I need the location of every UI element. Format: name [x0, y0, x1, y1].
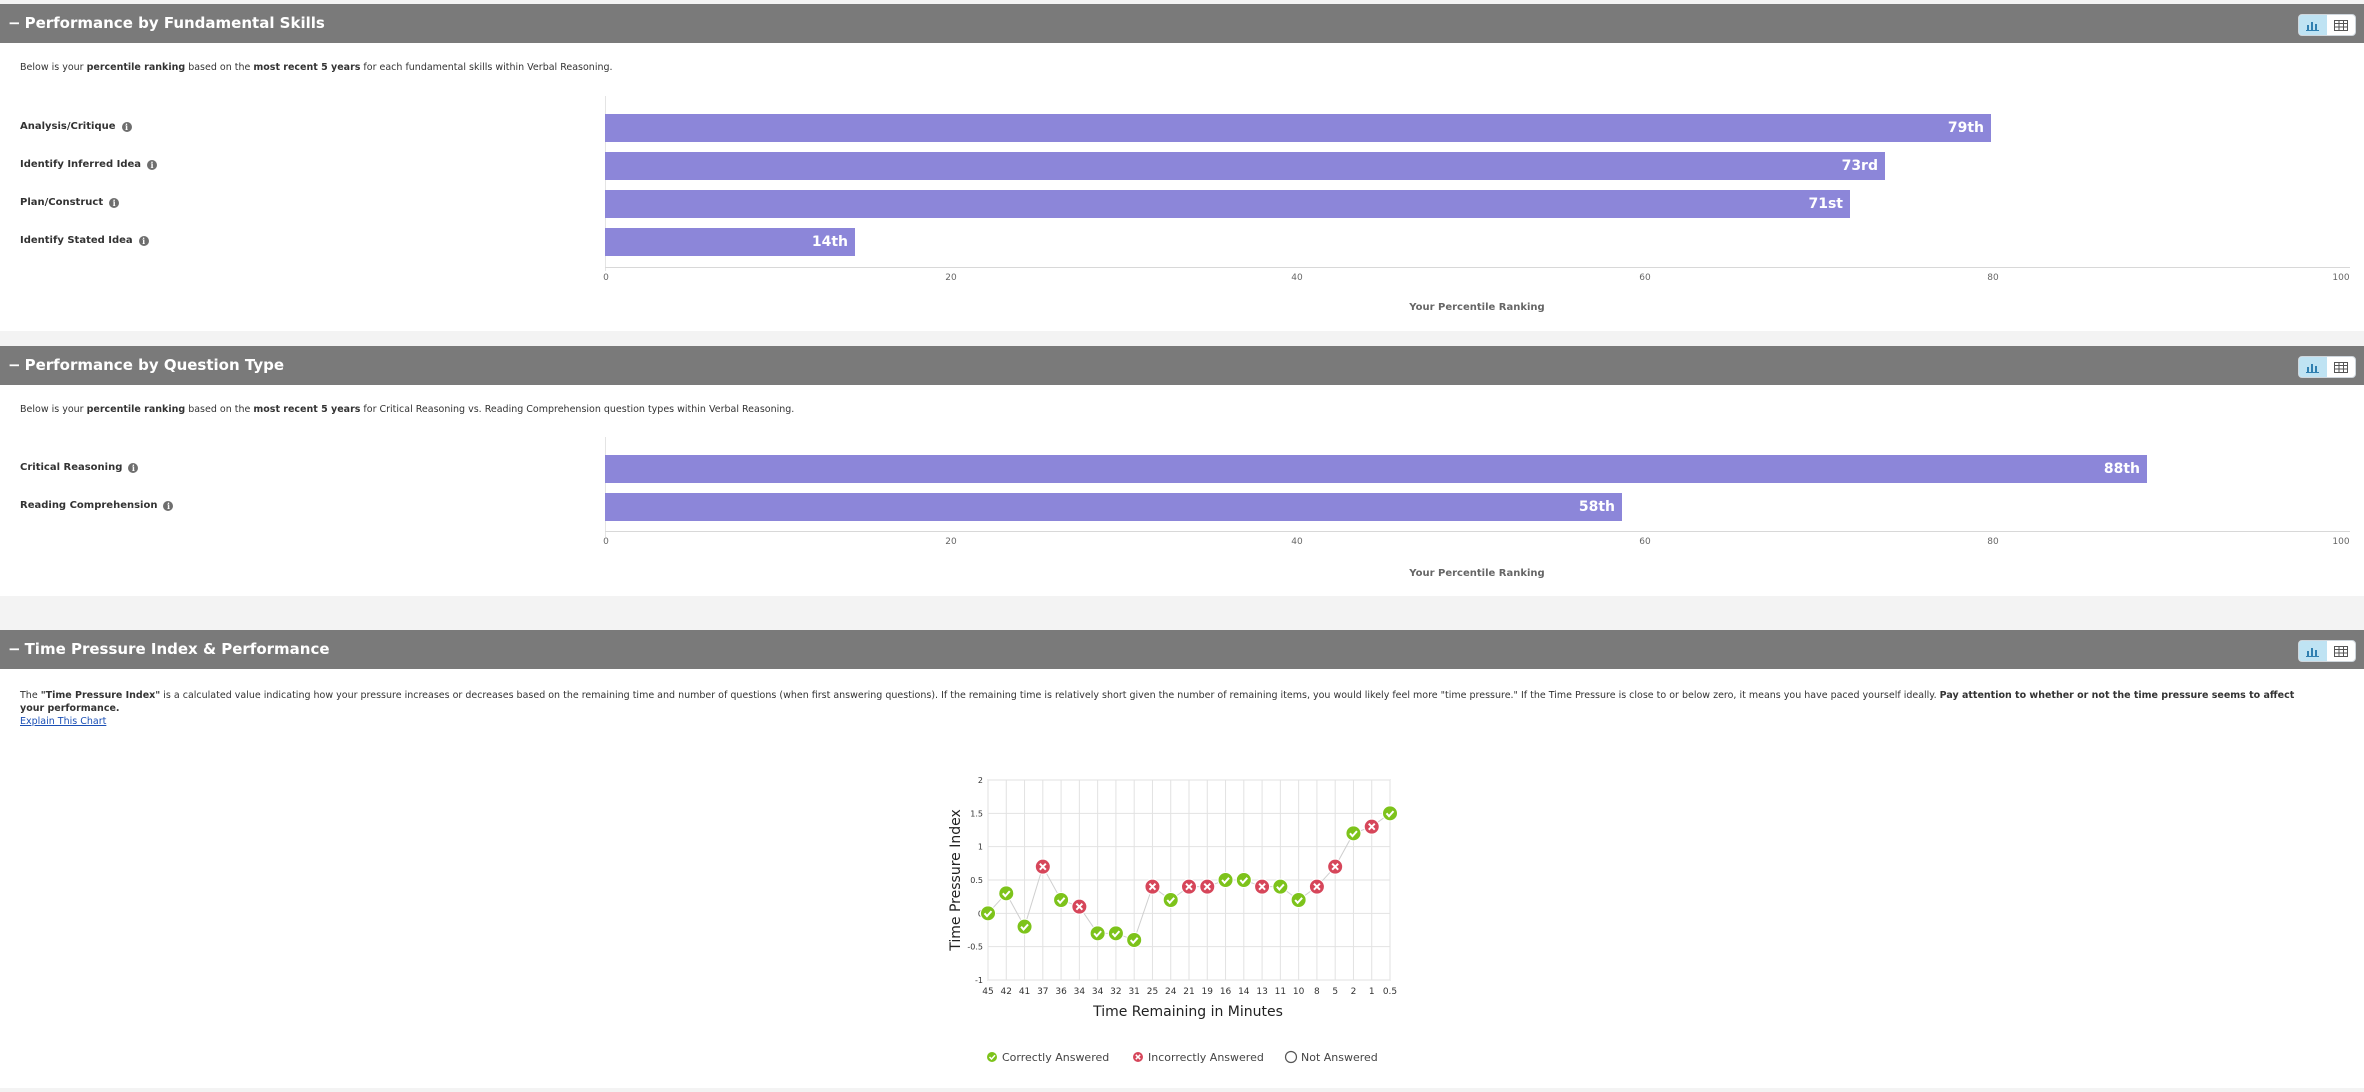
panel-header[interactable]: − Performance by Question Type — [0, 346, 2364, 385]
skill-label: Identify Inferred Idea i — [20, 159, 158, 170]
percentile-bar[interactable]: 14th — [605, 228, 855, 256]
percentile-label: 14th — [811, 234, 848, 250]
category-axis-line — [605, 437, 606, 537]
info-icon[interactable]: i — [138, 235, 149, 246]
axis-tick-label: 80 — [1987, 273, 1999, 283]
chart-view-button[interactable] — [2299, 357, 2327, 377]
chart-view-button[interactable] — [2299, 641, 2327, 661]
table-icon — [2334, 645, 2348, 657]
panel-description: Below is your percentile ranking based o… — [20, 404, 795, 415]
explain-chart-link[interactable]: Explain This Chart — [20, 716, 106, 727]
info-icon[interactable]: i — [128, 462, 139, 473]
percentile-bar[interactable]: 71st — [605, 190, 1850, 218]
table-view-button[interactable] — [2327, 357, 2355, 377]
axis-title: Your Percentile Ranking — [1409, 302, 1545, 313]
panel-title[interactable]: − Performance by Question Type — [8, 346, 284, 385]
percentile-bar[interactable]: 79th — [605, 114, 1991, 142]
axis-tick-label: 80 — [1987, 537, 1999, 547]
value-axis-line — [605, 267, 2350, 268]
value-axis-line — [605, 531, 2350, 532]
skill-label: Plan/Construct i — [20, 197, 120, 208]
axis-tick-label: 0 — [603, 537, 609, 547]
skill-label: Analysis/Critique i — [20, 121, 132, 132]
bar-chart-icon — [2306, 647, 2319, 657]
minus-icon[interactable]: − — [8, 356, 21, 374]
panel-title[interactable]: − Time Pressure Index & Performance — [8, 630, 330, 669]
time-pressure-description: The "Time Pressure Index" is a calculate… — [20, 690, 2295, 727]
table-view-button[interactable] — [2327, 15, 2355, 35]
percentile-label: 58th — [1578, 499, 1615, 515]
bar-chart-icon — [2306, 21, 2319, 31]
question-type-panel: − Performance by Question Type Below is y… — [0, 346, 2364, 596]
table-icon — [2334, 361, 2348, 373]
view-toggle — [2298, 14, 2356, 36]
bar-chart-icon — [2306, 363, 2319, 373]
percentile-label: 88th — [2103, 461, 2140, 477]
table-icon — [2334, 19, 2348, 31]
axis-tick-label: 20 — [945, 537, 957, 547]
minus-icon[interactable]: − — [8, 640, 21, 658]
view-toggle — [2298, 356, 2356, 378]
question-type-label: Critical Reasoning i — [20, 462, 139, 473]
axis-tick-label: 100 — [2332, 537, 2350, 547]
panel-header[interactable]: − Time Pressure Index & Performance — [0, 630, 2364, 669]
percentile-label: 71st — [1808, 196, 1843, 212]
percentile-label: 73rd — [1841, 158, 1878, 174]
axis-tick-label: 40 — [1291, 273, 1303, 283]
axis-tick-label: 0 — [603, 273, 609, 283]
axis-tick-label: 60 — [1639, 537, 1651, 547]
info-icon[interactable]: i — [163, 500, 174, 511]
view-toggle — [2298, 640, 2356, 662]
axis-tick-label: 100 — [2332, 273, 2350, 283]
axis-tick-label: 60 — [1639, 273, 1651, 283]
axis-title: Your Percentile Ranking — [1409, 568, 1545, 579]
skill-label: Identify Stated Idea i — [20, 235, 149, 246]
table-view-button[interactable] — [2327, 641, 2355, 661]
minus-icon[interactable]: − — [8, 14, 21, 32]
axis-tick-label: 20 — [945, 273, 957, 283]
question-type-label: Reading Comprehension i — [20, 500, 174, 511]
panel-header[interactable]: − Performance by Fundamental Skills — [0, 4, 2364, 43]
fundamental-skills-panel: − Performance by Fundamental Skills Below… — [0, 4, 2364, 331]
chart-view-button[interactable] — [2299, 15, 2327, 35]
info-icon[interactable]: i — [109, 197, 120, 208]
percentile-bar[interactable]: 73rd — [605, 152, 1885, 180]
info-icon[interactable]: i — [147, 159, 158, 170]
axis-tick-label: 40 — [1291, 537, 1303, 547]
percentile-bar[interactable]: 58th — [605, 493, 1622, 521]
panel-title[interactable]: − Performance by Fundamental Skills — [8, 4, 325, 43]
percentile-label: 79th — [1947, 120, 1984, 136]
info-icon[interactable]: i — [121, 121, 132, 132]
panel-description: Below is your percentile ranking based o… — [20, 62, 613, 73]
percentile-bar[interactable]: 88th — [605, 455, 2147, 483]
